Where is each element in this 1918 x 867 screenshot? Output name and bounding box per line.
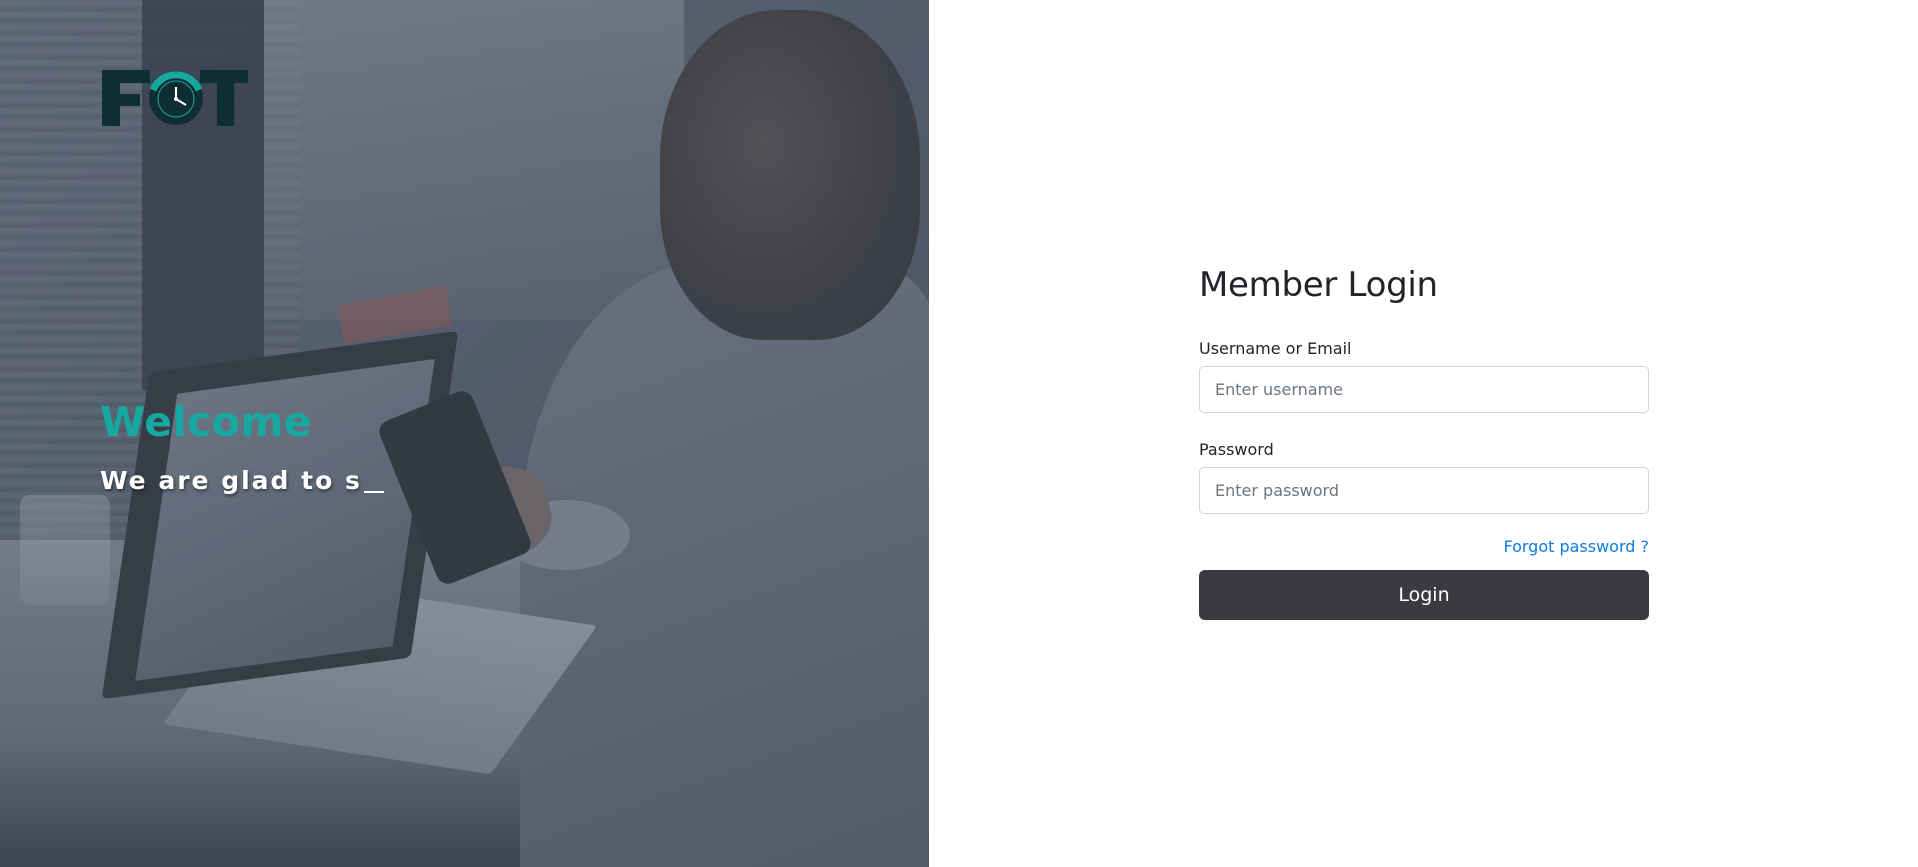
forgot-password-link[interactable]: Forgot password ?	[1503, 537, 1649, 556]
forgot-row: Forgot password ?	[1199, 537, 1649, 556]
login-button[interactable]: Login	[1199, 570, 1649, 620]
login-title: Member Login	[1199, 265, 1438, 305]
typing-cursor	[363, 491, 384, 493]
username-input[interactable]	[1199, 366, 1649, 413]
welcome-heading: Welcome	[100, 398, 313, 446]
welcome-tagline: We are glad to s	[100, 466, 384, 495]
password-label: Password	[1199, 440, 1274, 459]
tagline-text: We are glad to s	[100, 466, 362, 495]
username-label: Username or Email	[1199, 339, 1352, 358]
hero-panel: Welcome We are glad to s	[0, 0, 929, 867]
password-input[interactable]	[1199, 467, 1649, 514]
login-form: Member Login Username or Email Password …	[1199, 265, 1649, 620]
fot-logo	[102, 70, 248, 126]
